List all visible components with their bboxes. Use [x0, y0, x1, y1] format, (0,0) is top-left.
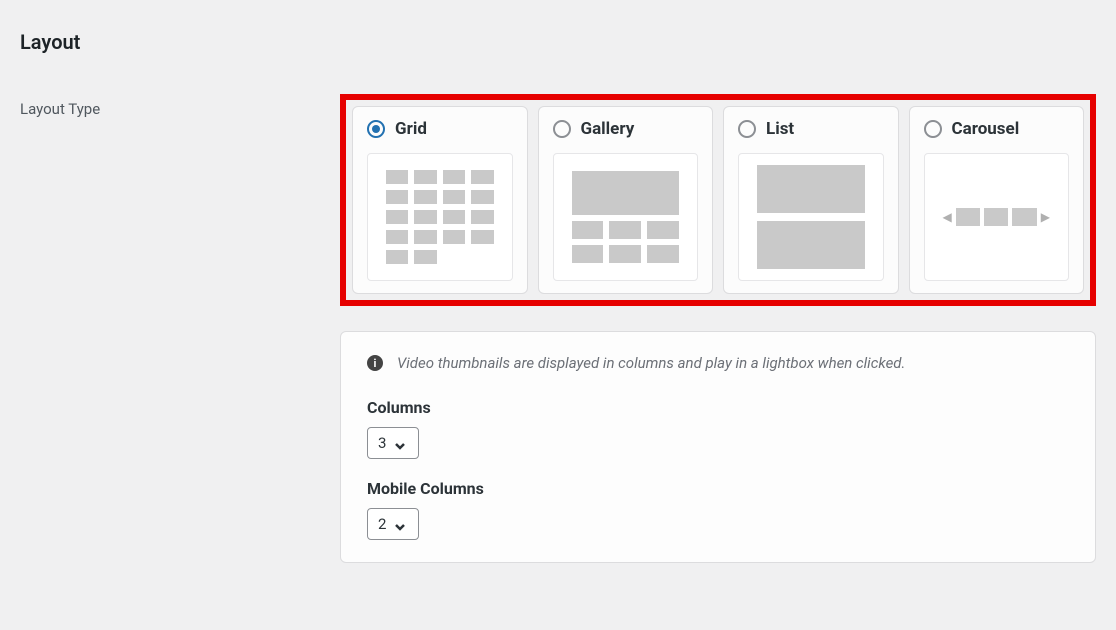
card-title: Gallery: [581, 119, 635, 139]
gallery-preview-icon: [553, 153, 699, 281]
chevron-left-icon: ◀: [943, 210, 952, 224]
mobile-columns-select[interactable]: 2: [367, 508, 419, 540]
mobile-columns-value: 2: [378, 515, 386, 533]
info-icon: i: [367, 355, 383, 371]
mobile-columns-field: Mobile Columns 2: [367, 479, 1069, 540]
layout-option-list[interactable]: List: [723, 106, 899, 294]
radio-list[interactable]: [738, 120, 756, 138]
columns-field: Columns 3: [367, 398, 1069, 459]
info-row: i Video thumbnails are displayed in colu…: [367, 354, 1069, 372]
info-panel: i Video thumbnails are displayed in colu…: [340, 331, 1096, 563]
card-title: List: [766, 119, 794, 139]
chevron-down-icon: [394, 437, 406, 449]
columns-value: 3: [378, 434, 386, 452]
grid-preview-icon: [367, 153, 513, 281]
card-header: List: [738, 119, 884, 139]
mobile-columns-label: Mobile Columns: [367, 479, 1069, 498]
card-header: Grid: [367, 119, 513, 139]
layout-option-grid[interactable]: Grid: [352, 106, 528, 294]
layout-option-gallery[interactable]: Gallery: [538, 106, 714, 294]
card-title: Carousel: [952, 119, 1020, 139]
card-header: Gallery: [553, 119, 699, 139]
layout-option-carousel[interactable]: Carousel ◀ ▶: [909, 106, 1085, 294]
info-text: Video thumbnails are displayed in column…: [397, 354, 905, 372]
layout-type-label: Layout Type: [20, 94, 340, 118]
radio-gallery[interactable]: [553, 120, 571, 138]
columns-select[interactable]: 3: [367, 427, 419, 459]
radio-carousel[interactable]: [924, 120, 942, 138]
layout-type-content: Grid Gallery: [340, 94, 1096, 563]
radio-grid[interactable]: [367, 120, 385, 138]
columns-label: Columns: [367, 398, 1069, 417]
card-header: Carousel: [924, 119, 1070, 139]
chevron-down-icon: [394, 518, 406, 530]
chevron-right-icon: ▶: [1041, 210, 1050, 224]
carousel-preview-icon: ◀ ▶: [924, 153, 1070, 281]
card-title: Grid: [395, 119, 427, 139]
layout-options-highlight: Grid Gallery: [340, 94, 1096, 306]
list-preview-icon: [738, 153, 884, 281]
layout-type-row: Layout Type Grid: [20, 94, 1096, 563]
section-title: Layout: [20, 30, 1096, 54]
